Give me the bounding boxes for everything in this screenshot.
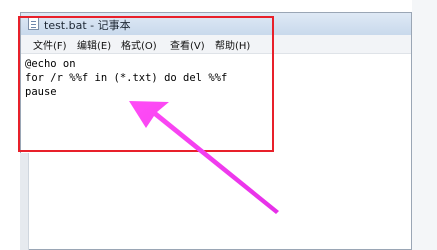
scrollbar-track[interactable] — [20, 153, 29, 250]
background-window-edge — [412, 0, 437, 250]
highlight-box — [18, 16, 274, 152]
